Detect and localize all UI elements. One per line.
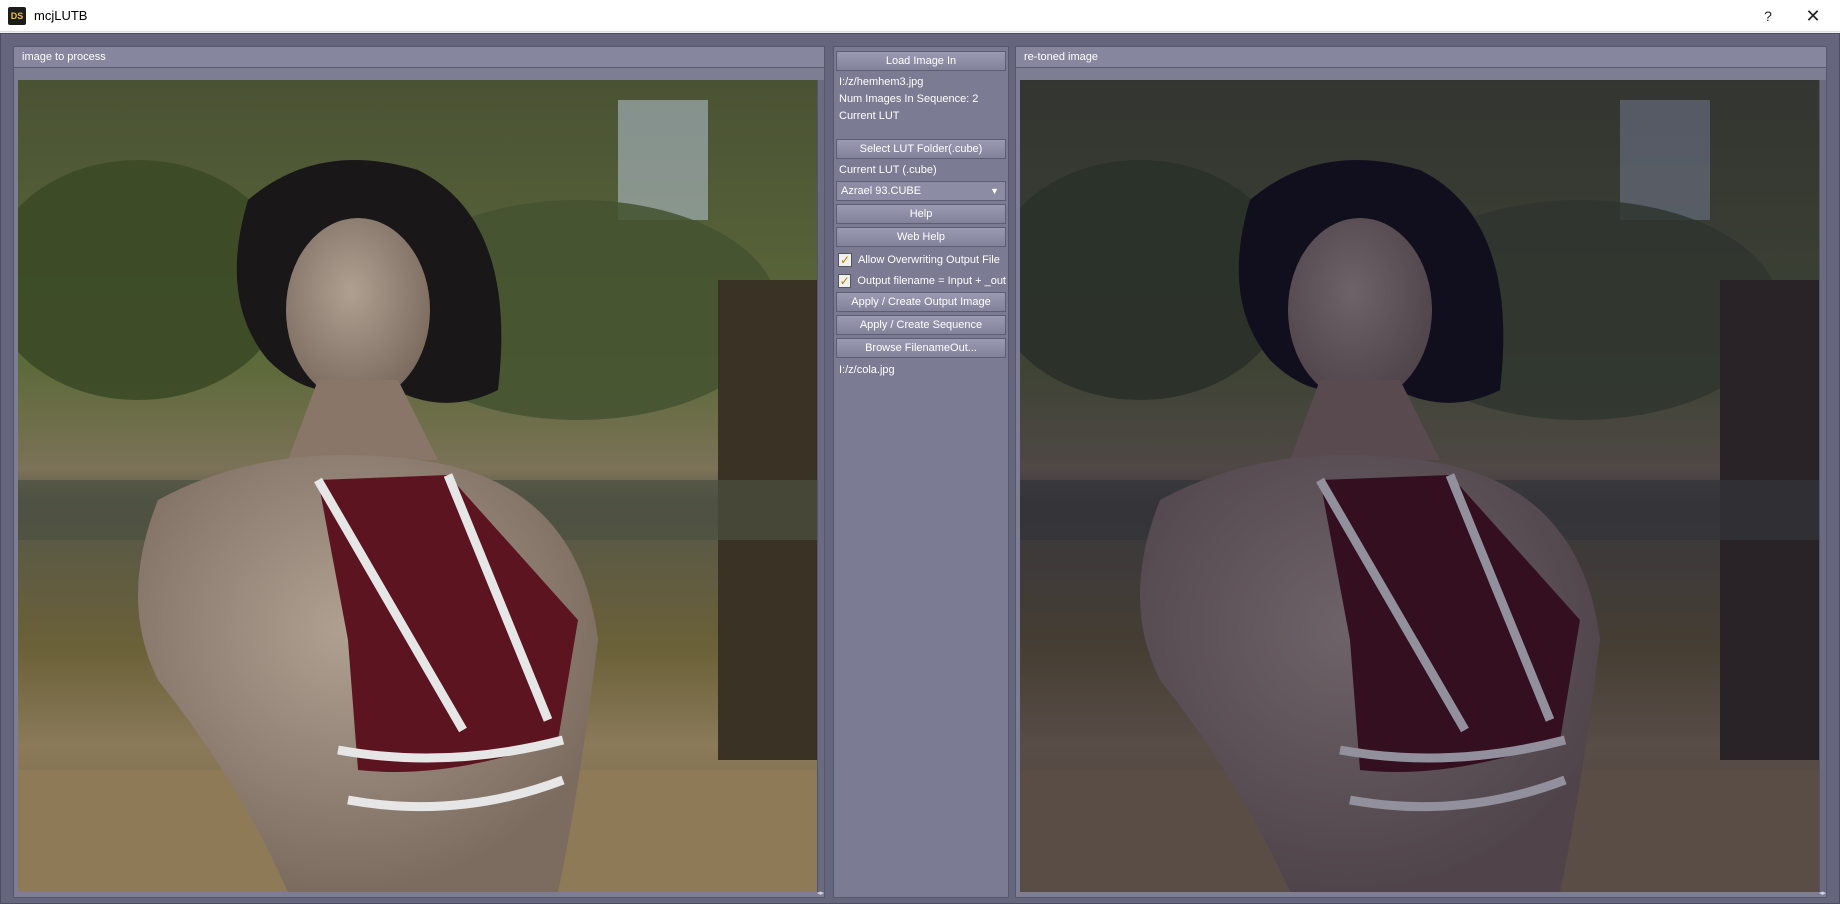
workspace: image to process ◂▸ Load Image In I:/z/h… bbox=[0, 33, 1840, 904]
lut-select-dropdown[interactable]: Azrael 93.CUBE ▼ bbox=[836, 181, 1006, 201]
input-path-text: I:/z/hemhem3.jpg bbox=[839, 76, 924, 88]
web-help-button[interactable]: Web Help bbox=[836, 227, 1006, 247]
source-panel-title: image to process bbox=[14, 47, 824, 68]
allow-overwrite-label: Allow Overwriting Output File bbox=[858, 254, 1000, 266]
dropdown-arrow-icon: ▼ bbox=[990, 186, 999, 196]
apply-sequence-button[interactable]: Apply / Create Sequence bbox=[836, 315, 1006, 335]
apply-output-image-button[interactable]: Apply / Create Output Image bbox=[836, 292, 1006, 312]
output-filename-checkbox[interactable]: ✓ bbox=[838, 274, 852, 288]
close-icon[interactable]: ✕ bbox=[1798, 4, 1828, 28]
retoned-image-viewport[interactable] bbox=[1020, 80, 1820, 892]
allow-overwrite-row[interactable]: ✓ Allow Overwriting Output File bbox=[838, 250, 1006, 270]
select-lut-folder-button[interactable]: Select LUT Folder(.cube) bbox=[836, 139, 1006, 159]
retone-overlay bbox=[1020, 80, 1820, 892]
browse-filename-out-button[interactable]: Browse FilenameOut... bbox=[836, 338, 1006, 358]
load-image-button[interactable]: Load Image In bbox=[836, 51, 1006, 71]
help-icon[interactable]: ? bbox=[1758, 6, 1778, 26]
allow-overwrite-checkbox[interactable]: ✓ bbox=[838, 253, 852, 267]
current-lut-heading: Current LUT bbox=[839, 110, 900, 122]
retoned-image-panel: re-toned image ◂▸ bbox=[1015, 46, 1827, 898]
output-path-text: I:/z/cola.jpg bbox=[839, 364, 895, 376]
source-vertical-scrollbar[interactable] bbox=[817, 80, 824, 892]
title-bar: DS mcjLUTB ? ✕ bbox=[0, 0, 1840, 32]
source-image-viewport[interactable] bbox=[18, 80, 818, 892]
current-lut-label: Current LUT (.cube) bbox=[839, 164, 937, 176]
retoned-vertical-scrollbar[interactable] bbox=[1819, 80, 1826, 892]
app-logo-icon: DS bbox=[8, 6, 26, 25]
source-image bbox=[18, 80, 818, 892]
source-scroll-corner: ◂▸ bbox=[816, 890, 824, 897]
retoned-image bbox=[1020, 80, 1820, 892]
retoned-panel-title: re-toned image bbox=[1016, 47, 1826, 68]
lut-selected-value: Azrael 93.CUBE bbox=[841, 185, 922, 197]
output-filename-label: Output filename = Input + _out bbox=[857, 275, 1006, 287]
window-title: mcjLUTB bbox=[34, 8, 88, 23]
retoned-scroll-corner: ◂▸ bbox=[1818, 890, 1826, 897]
source-image-panel: image to process ◂▸ bbox=[13, 46, 825, 898]
help-button[interactable]: Help bbox=[836, 204, 1006, 224]
output-filename-row[interactable]: ✓ Output filename = Input + _out bbox=[838, 271, 1006, 291]
control-panel: Load Image In I:/z/hemhem3.jpg Num Image… bbox=[833, 46, 1009, 898]
num-images-text: Num Images In Sequence: 2 bbox=[839, 93, 979, 105]
